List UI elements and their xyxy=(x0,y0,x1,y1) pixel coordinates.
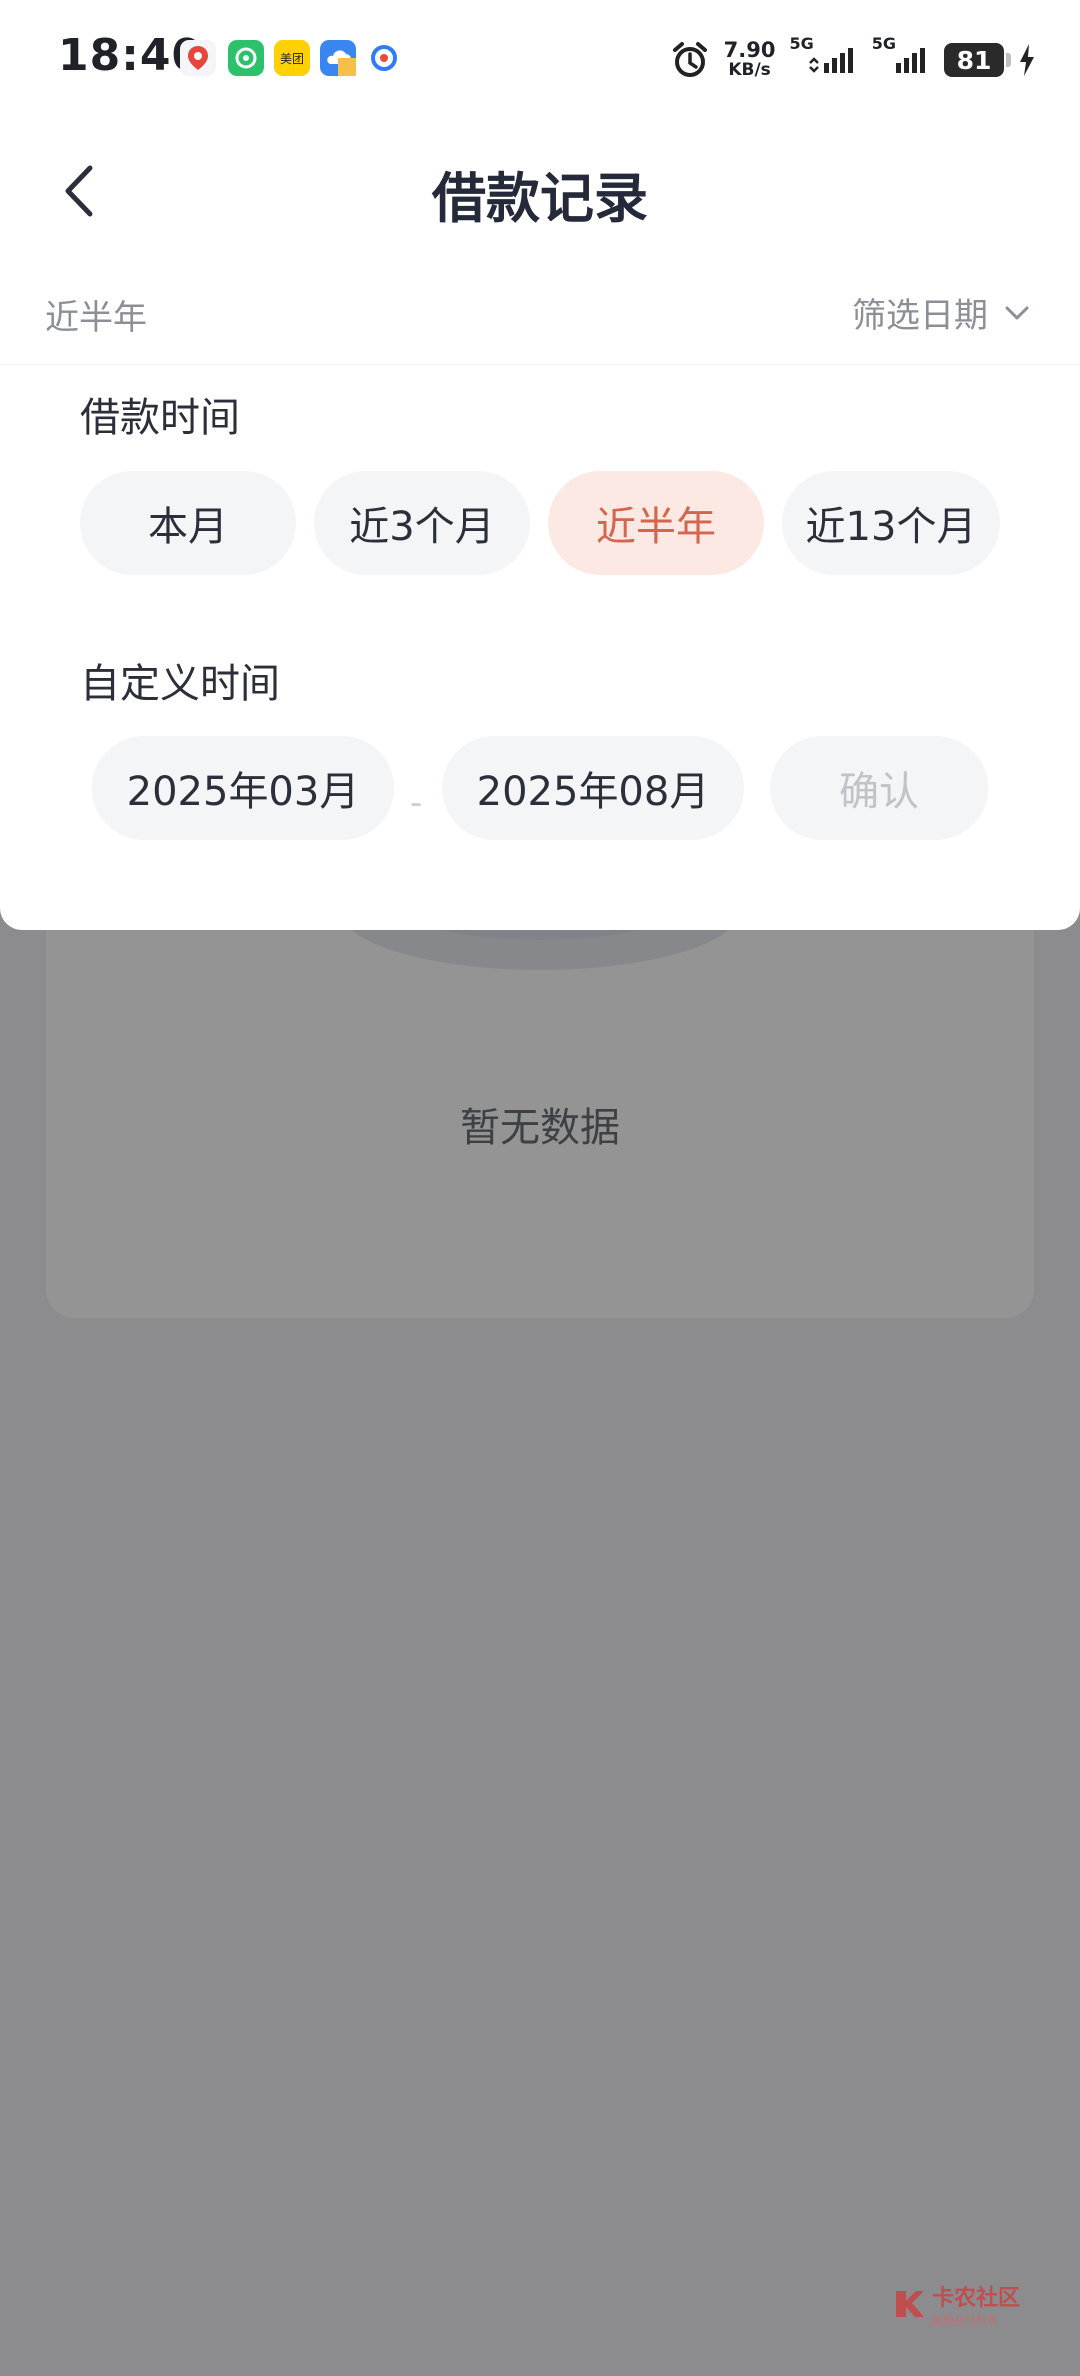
start-date-picker[interactable]: 2025年03月 xyxy=(92,736,394,840)
battery-level: 81 xyxy=(956,45,992,75)
browser-app-icon xyxy=(366,40,402,76)
watermark-subtext: 金融在线教育 xyxy=(931,2314,998,2327)
filter-date-label: 筛选日期 xyxy=(852,296,988,336)
sim2-label: 5G xyxy=(871,34,896,53)
watermark-text: 卡农社区 xyxy=(931,2286,1020,2311)
status-right-group: 7.90 KB/s 5G 5G 81 xyxy=(670,32,1036,88)
confirm-button[interactable]: 确认 xyxy=(770,736,988,840)
phone-app-icon xyxy=(228,40,264,76)
page-header: 借款记录 xyxy=(0,118,1080,268)
network-speed-value: 7.90 xyxy=(723,38,776,62)
meituan-app-icon: 美团 xyxy=(274,40,310,76)
sim1-signal: 5G xyxy=(789,34,857,75)
option-this-month[interactable]: 本月 xyxy=(80,471,296,575)
date-range-separator: - xyxy=(410,783,423,823)
filter-date-button[interactable]: 筛选日期 xyxy=(852,288,1030,337)
option-last-13-months[interactable]: 近13个月 xyxy=(782,471,1000,575)
watermark-logo-icon xyxy=(895,2291,924,2317)
sim2-signal: 5G xyxy=(872,34,930,75)
chevron-down-icon xyxy=(1005,306,1029,319)
status-bar: 18:40 美团 7.90 KB/s 5G 5G 81 xyxy=(0,0,1080,118)
end-date-picker[interactable]: 2025年08月 xyxy=(442,736,744,840)
svg-text:美团: 美团 xyxy=(280,52,304,66)
option-last-half-year[interactable]: 近半年 xyxy=(548,471,764,575)
watermark: 卡农社区 金融在线教育 xyxy=(892,2280,1020,2328)
battery-indicator: 81 xyxy=(944,43,1011,77)
watermark-text-group: 卡农社区 金融在线教育 xyxy=(932,2280,1020,2328)
page-title: 借款记录 xyxy=(432,167,648,230)
date-filter-panel: 借款时间 本月 近3个月 近半年 近13个月 自定义时间 2025年03月 - … xyxy=(0,365,1080,930)
network-speed-unit: KB/s xyxy=(728,60,771,80)
filter-bar: 近半年 筛选日期 xyxy=(0,268,1080,365)
network-speed: 7.90 KB/s xyxy=(723,38,776,81)
loan-time-title: 借款时间 xyxy=(80,395,240,441)
cloud-app-icon xyxy=(320,40,356,76)
current-range-label[interactable]: 近半年 xyxy=(45,290,147,339)
sim1-label: 5G xyxy=(789,34,814,53)
map-app-icon xyxy=(180,40,216,76)
option-last-3-months[interactable]: 近3个月 xyxy=(314,471,530,575)
charging-icon xyxy=(1020,44,1034,76)
alarm-icon xyxy=(672,42,707,77)
custom-time-title: 自定义时间 xyxy=(80,661,280,707)
